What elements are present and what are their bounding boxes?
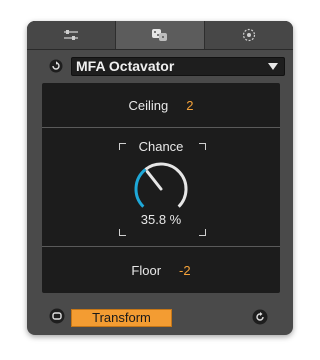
preset-name: MFA Octavator <box>76 58 175 74</box>
ceiling-label: Ceiling <box>128 97 169 113</box>
target-icon <box>242 28 256 42</box>
device-panel: MFA Octavator Ceiling 2 Chance 35.8 % Fl… <box>27 21 293 335</box>
preset-header: MFA Octavator <box>27 49 293 79</box>
knob-pointer <box>145 170 163 191</box>
reset-button[interactable] <box>49 59 63 73</box>
chance-value[interactable]: 35.8 % <box>42 212 280 227</box>
knob-value-arc <box>134 168 147 208</box>
tab-target[interactable] <box>205 21 293 49</box>
parameter-area: Ceiling 2 Chance 35.8 % Floor -2 <box>42 83 280 293</box>
preset-select[interactable]: MFA Octavator <box>71 57 285 76</box>
bracket-bottom-right <box>199 229 206 236</box>
knob-track <box>144 162 188 208</box>
chance-knob[interactable] <box>130 158 192 220</box>
chance-control: Chance 35.8 % <box>42 128 280 246</box>
refresh-button[interactable] <box>252 309 268 325</box>
tab-bar <box>27 21 293 50</box>
tab-dice[interactable] <box>116 21 205 49</box>
sliders-icon <box>64 30 78 40</box>
floor-label: Floor <box>131 262 162 278</box>
transform-button[interactable]: Transform <box>71 309 172 327</box>
refresh-icon <box>252 309 268 325</box>
chance-label: Chance <box>138 139 184 154</box>
floor-value[interactable]: -2 <box>179 263 191 278</box>
reset-icon <box>49 59 63 73</box>
triangle-down-icon <box>268 63 278 70</box>
floor-row[interactable]: Floor -2 <box>42 246 280 293</box>
tab-sliders[interactable] <box>27 21 116 49</box>
loop-icon <box>49 308 65 324</box>
ceiling-value[interactable]: 2 <box>186 98 193 113</box>
dice-icon <box>152 29 167 41</box>
bracket-bottom-left <box>119 229 126 236</box>
ceiling-row[interactable]: Ceiling 2 <box>42 83 280 128</box>
footer-bar: Transform <box>27 301 293 329</box>
loop-button[interactable] <box>49 308 65 324</box>
